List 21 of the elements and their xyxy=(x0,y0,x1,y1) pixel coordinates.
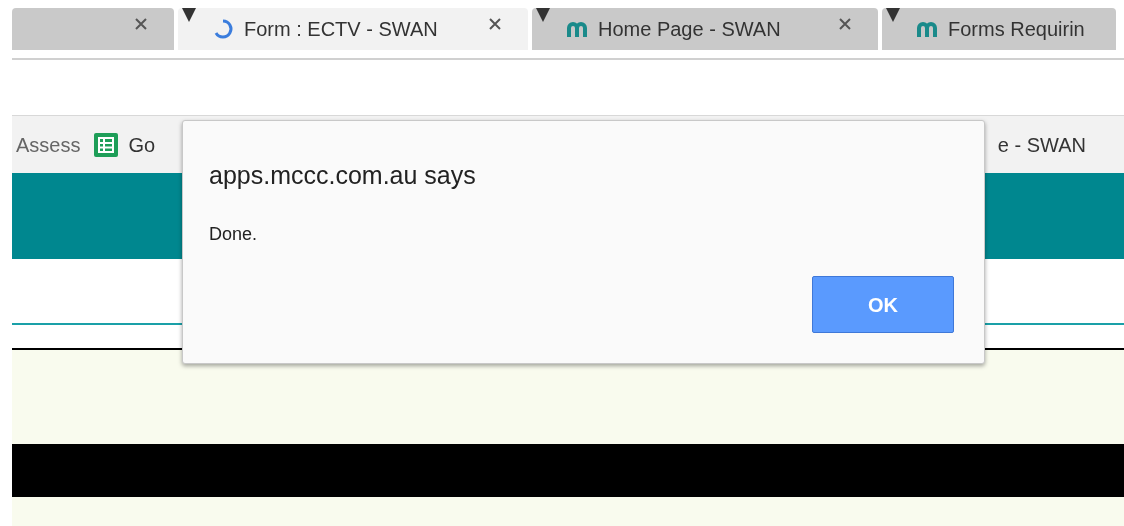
bookmark-link[interactable]: e - SWAN xyxy=(997,129,1086,160)
browser-tab[interactable]: Forms Requirin xyxy=(882,8,1116,50)
browser-tab[interactable]: Home Page - SWAN xyxy=(532,8,878,50)
tab-title: Home Page - SWAN xyxy=(598,17,781,42)
tab-title: Forms Requirin xyxy=(948,17,1085,42)
browser-tab[interactable]: Form : ECTV - SWAN xyxy=(178,8,528,50)
bookmark-link[interactable]: Assess xyxy=(16,129,81,160)
spreadsheet-icon xyxy=(94,132,119,157)
dialog-title: apps.mccc.com.au says xyxy=(209,160,476,191)
triangle-icon xyxy=(182,8,196,22)
close-icon[interactable] xyxy=(488,17,502,31)
close-icon[interactable] xyxy=(134,17,148,31)
close-icon[interactable] xyxy=(838,17,852,31)
tab-title: Form : ECTV - SWAN xyxy=(244,17,438,42)
triangle-icon xyxy=(886,8,900,22)
site-logo-icon xyxy=(916,19,938,39)
loading-spinner-icon xyxy=(212,18,234,40)
site-logo-icon xyxy=(566,19,588,39)
triangle-icon xyxy=(536,8,550,22)
dialog-message: Done. xyxy=(209,223,258,246)
bookmark-link[interactable]: Go xyxy=(128,129,156,160)
